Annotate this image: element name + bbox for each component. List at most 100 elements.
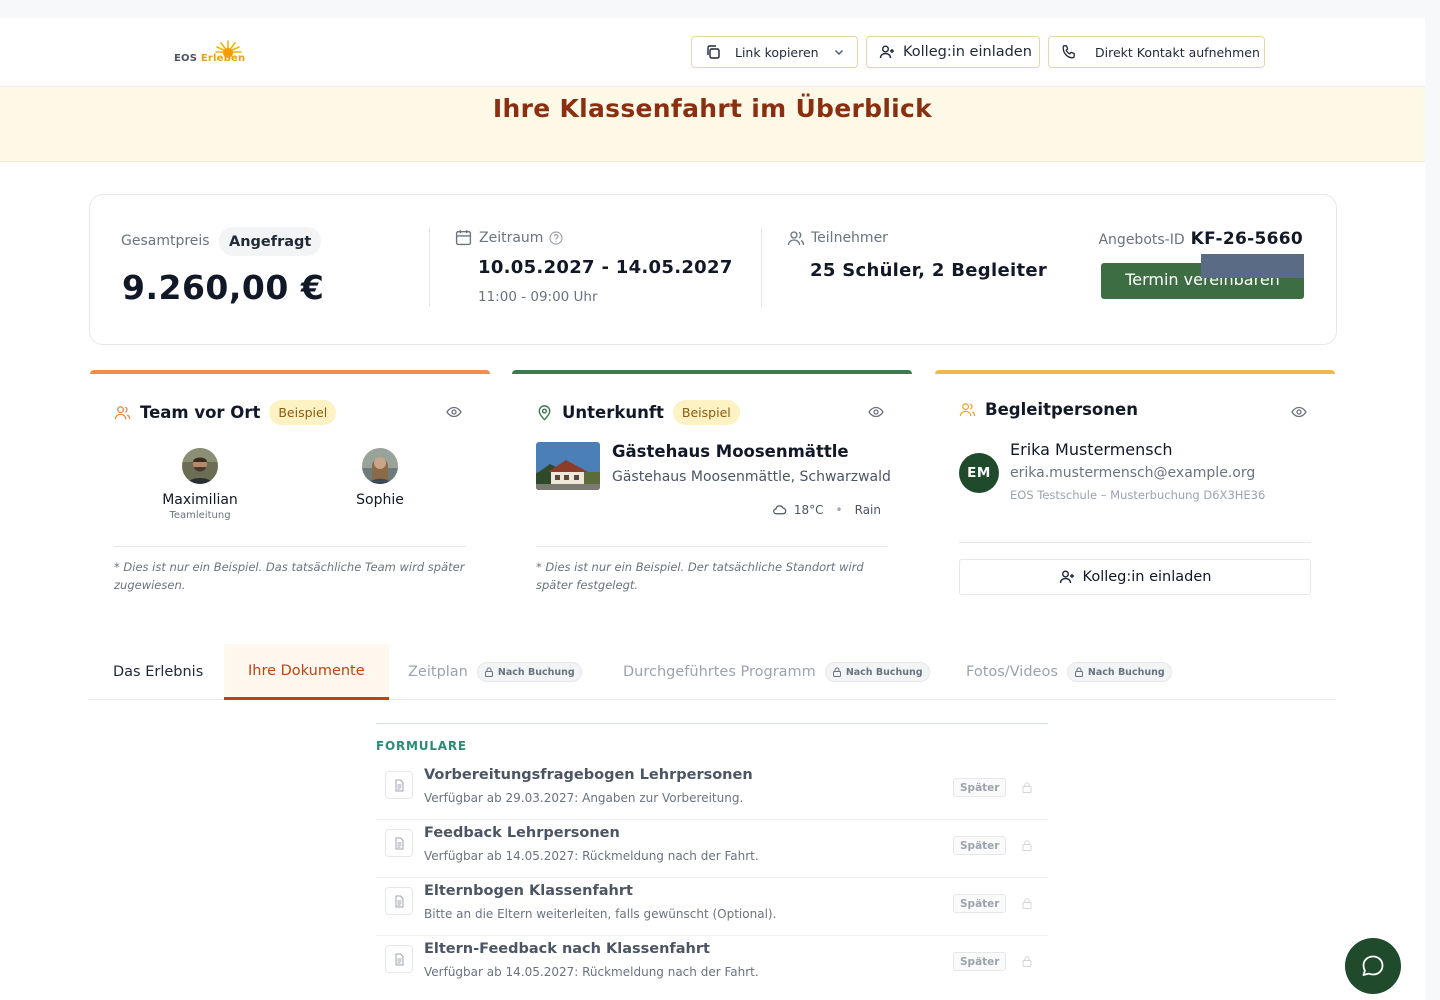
page: EOS Erleben Link kopieren Kolleg:in einl… — [0, 18, 1425, 1000]
divider — [429, 227, 430, 307]
direct-contact-button[interactable]: Direkt Kontakt aufnehmen — [1048, 36, 1265, 68]
tab-media[interactable]: Fotos/Videos Nach Buchung — [966, 644, 1172, 700]
participants-count: 25 Schüler, 2 Begleiter — [810, 260, 1048, 281]
team-card-title: Team vor Ort Beispiel — [114, 400, 337, 425]
offer-id-label: Angebots-ID — [1098, 232, 1185, 248]
chat-button[interactable] — [1345, 938, 1401, 994]
avatar — [362, 448, 398, 484]
tab-schedule[interactable]: Zeitplan Nach Buchung — [408, 644, 582, 700]
form-subtitle: Verfügbar ab 14.05.2027: Rückmeldung nac… — [424, 849, 759, 863]
offer-id: KF-26-5660 — [1190, 229, 1303, 249]
member-name: Maximilian — [162, 492, 238, 508]
phone-icon — [1062, 45, 1075, 59]
trip-summary-card: Gesamtpreis Angefragt 9.260,00 € Zeitrau… — [89, 194, 1337, 345]
document-icon — [385, 829, 413, 857]
status-badge: Später — [953, 778, 1007, 797]
team-member[interactable]: Maximilian Teamleitung — [140, 448, 260, 521]
overlay-block — [1201, 254, 1304, 278]
accommodation-address: Gästehaus Moosenmättle, Schwarzwald — [612, 469, 891, 485]
list-item[interactable]: Eltern-Feedback nach Klassenfahrt Verfüg… — [376, 936, 1048, 994]
avatar: EM — [959, 453, 999, 493]
period-label: Zeitraum — [455, 229, 564, 246]
forms-heading: FORMULARE — [376, 739, 467, 753]
lock-icon — [1022, 898, 1032, 909]
tab-experience[interactable]: Das Erlebnis — [113, 644, 203, 700]
calendar-icon — [455, 230, 472, 246]
invite-colleague-button[interactable]: Kolleg:in einladen — [959, 559, 1311, 595]
locked-badge: Nach Buchung — [476, 662, 582, 682]
locked-badge: Nach Buchung — [824, 662, 930, 682]
copy-link-label: Link kopieren — [735, 44, 819, 60]
card-accent-line — [90, 370, 490, 374]
member-name: Sophie — [356, 492, 404, 508]
card-accent-line — [935, 370, 1335, 374]
accommodation-photo[interactable] — [536, 442, 600, 490]
divider — [959, 542, 1311, 543]
companion-email[interactable]: erika.mustermensch@example.org — [1010, 465, 1255, 481]
companion-name: Erika Mustermensch — [1010, 440, 1173, 459]
trip-hours: 11:00 - 09:00 Uhr — [478, 289, 598, 305]
team-card: Team vor Ort Beispiel Maximilian Teamlei… — [90, 370, 490, 610]
accommodation-name: Gästehaus Moosenmättle — [612, 442, 849, 461]
form-subtitle: Verfügbar ab 29.03.2027: Angaben zur Vor… — [424, 791, 744, 805]
content-tabs: Das Erlebnis Ihre Dokumente Zeitplan Nac… — [89, 644, 1336, 700]
copy-link-button[interactable]: Link kopieren — [691, 36, 858, 68]
cloud-icon — [773, 505, 787, 515]
tab-documents[interactable]: Ihre Dokumente — [224, 644, 389, 700]
trip-dates: 10.05.2027 - 14.05.2027 — [478, 257, 733, 278]
document-icon — [385, 887, 413, 915]
map-pin-icon — [538, 405, 551, 421]
card-accent-line — [512, 370, 912, 374]
example-badge: Beispiel — [672, 400, 740, 425]
eye-icon[interactable] — [446, 404, 462, 420]
lock-icon — [832, 667, 841, 677]
divider — [114, 546, 466, 547]
locked-badge: Nach Buchung — [1066, 662, 1172, 682]
weather-info: 18°C • Rain — [772, 502, 881, 517]
invite-colleague-label: Kolleg:in einladen — [903, 44, 1032, 60]
avatar — [182, 448, 218, 484]
temperature: 18°C — [793, 502, 824, 517]
team-example-note: * Dies ist nur ein Beispiel. Das tatsäch… — [114, 560, 465, 592]
overview-banner: Ihre Klassenfahrt im Überblick — [0, 87, 1425, 162]
list-item[interactable]: Vorbereitungsfragebogen Lehrpersonen Ver… — [376, 762, 1048, 820]
invite-colleague-button[interactable]: Kolleg:in einladen — [866, 36, 1040, 68]
tab-program[interactable]: Durchgeführtes Programm Nach Buchung — [623, 644, 930, 700]
user-plus-icon — [1059, 570, 1074, 584]
total-price: 9.260,00 € — [122, 268, 325, 307]
list-item[interactable]: Feedback Lehrpersonen Verfügbar ab 14.05… — [376, 820, 1048, 878]
forms-section: FORMULARE Vorbereitungsfragebogen Lehrpe… — [376, 723, 1048, 979]
logo[interactable]: EOS Erleben — [172, 38, 248, 68]
lock-icon — [1074, 667, 1083, 677]
page-title: Ihre Klassenfahrt im Überblick — [492, 94, 933, 123]
help-icon[interactable] — [549, 230, 564, 245]
eye-icon[interactable] — [1291, 404, 1307, 420]
member-role: Teamleitung — [169, 510, 231, 521]
chat-icon — [1362, 955, 1384, 976]
companions-card: Begleitpersonen EM Erika Mustermensch er… — [935, 370, 1335, 610]
weather-condition: Rain — [854, 502, 881, 517]
copy-icon — [707, 45, 720, 59]
offer-id-group: Angebots-ID KF-26-5660 — [1098, 229, 1303, 249]
user-plus-icon — [879, 45, 894, 59]
eye-icon[interactable] — [868, 404, 884, 420]
lock-icon — [1022, 782, 1032, 793]
total-price-label: Gesamtpreis — [121, 233, 210, 249]
users-icon — [114, 406, 131, 420]
chevron-down-icon — [834, 50, 843, 55]
team-member[interactable]: Sophie — [320, 448, 440, 508]
accommodation-example-note: * Dies ist nur ein Beispiel. Der tatsäch… — [536, 560, 864, 592]
status-badge: Später — [953, 836, 1007, 855]
users-icon — [959, 403, 976, 417]
companion-school: EOS Testschule – Musterbuchung D6X3HE36 — [1010, 488, 1266, 502]
list-item[interactable]: Elternbogen Klassenfahrt Bitte an die El… — [376, 878, 1048, 936]
accommodation-card: Unterkunft Beispiel Gästehaus Moosenmätt… — [512, 370, 912, 610]
users-icon — [787, 231, 805, 246]
top-bar: EOS Erleben Link kopieren Kolleg:in einl… — [0, 18, 1425, 87]
lock-icon — [1022, 956, 1032, 967]
companions-card-title: Begleitpersonen — [959, 400, 1138, 419]
direct-contact-label: Direkt Kontakt aufnehmen — [1095, 44, 1260, 60]
document-icon — [385, 945, 413, 973]
form-title: Eltern-Feedback nach Klassenfahrt — [424, 941, 710, 957]
form-title: Vorbereitungsfragebogen Lehrpersonen — [424, 767, 753, 783]
